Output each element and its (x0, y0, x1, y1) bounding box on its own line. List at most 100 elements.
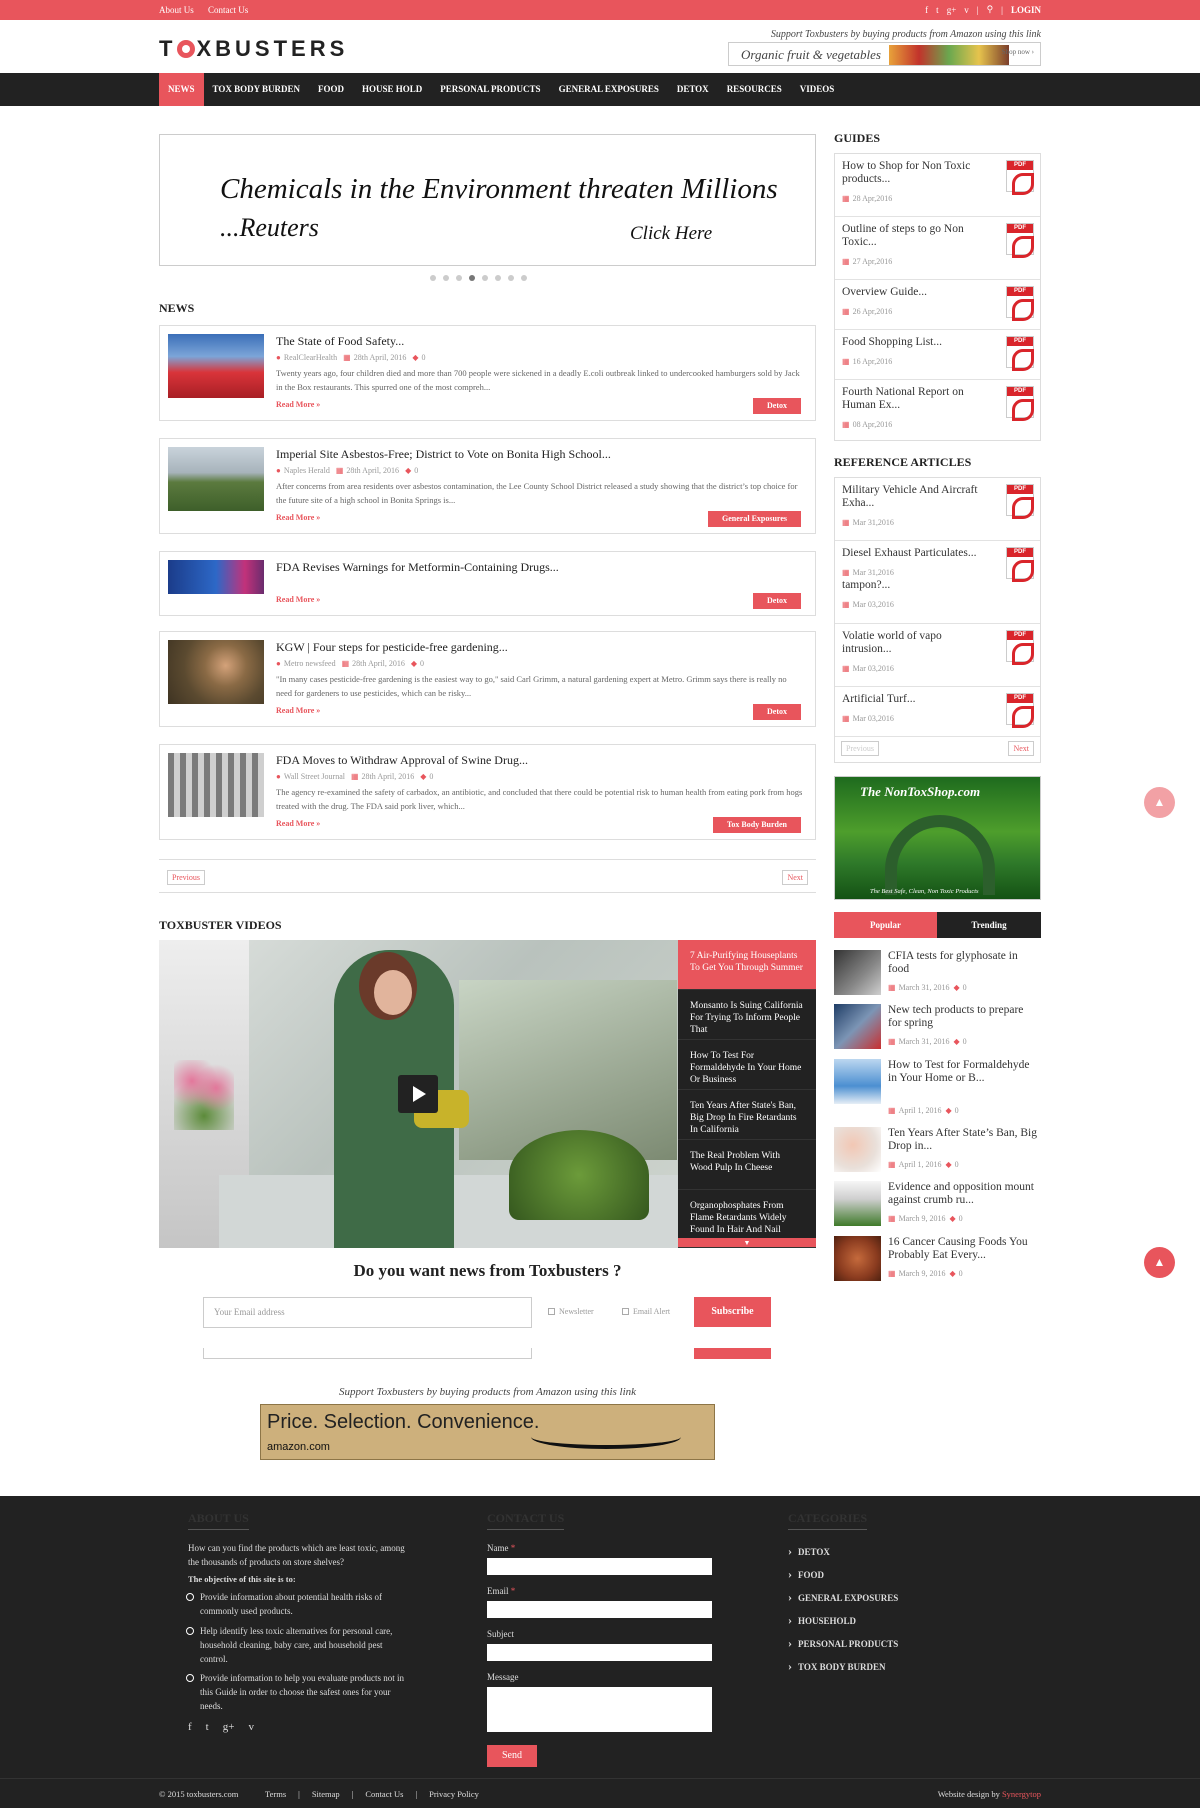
nav-detox[interactable]: Detox (668, 73, 718, 106)
playlist-item[interactable]: Monsanto Is Suing California For Trying … (678, 990, 816, 1040)
back-to-top-icon[interactable]: ▲ (1144, 1247, 1175, 1278)
playlist-item[interactable]: 7 Air-Purifying Houseplants To Get You T… (678, 940, 816, 990)
top-about-link[interactable]: About Us (159, 5, 194, 15)
message-field[interactable] (487, 1687, 712, 1732)
nav-videos[interactable]: Videos (791, 73, 844, 106)
guide-item[interactable]: Food Shopping List... ▦ 16 Apr,2016 (835, 330, 1040, 380)
designer-link[interactable]: Synergytop (1002, 1789, 1041, 1799)
slider-dot[interactable] (456, 275, 462, 281)
popular-item[interactable]: 16 Cancer Causing Foods You Probably Eat… (834, 1236, 1041, 1286)
vimeo-icon[interactable]: v (964, 5, 969, 15)
contact-link[interactable]: Contact Us (365, 1789, 403, 1799)
footer-category-link[interactable]: FOOD (788, 1567, 824, 1582)
twitter-icon[interactable]: t (936, 5, 939, 15)
news-title[interactable]: FDA Moves to Withdraw Approval of Swine … (276, 753, 528, 768)
guide-item[interactable]: Fourth National Report on Human Ex... ▦ 08… (835, 380, 1040, 440)
reference-item[interactable]: Volatie world of vapo intrusion... ▦ Mar 0… (835, 624, 1040, 687)
name-field[interactable] (487, 1558, 712, 1575)
category-tag[interactable]: Detox (753, 593, 801, 609)
slider-dot[interactable] (430, 275, 436, 281)
email-alert-checkbox[interactable]: Email Alert (622, 1307, 670, 1316)
googleplus-icon[interactable]: g+ (223, 1721, 235, 1733)
slider-dot[interactable] (495, 275, 501, 281)
popular-item[interactable]: Evidence and opposition mount against cr… (834, 1181, 1041, 1231)
scroll-up-icon[interactable]: ▲ (1144, 787, 1175, 818)
category-tag[interactable]: Detox (753, 704, 801, 720)
guide-item[interactable]: Overview Guide... ▦ 26 Apr,2016 (835, 280, 1040, 330)
nontoxshop-banner[interactable]: The NonToxShop.com The Best Safe, Clean,… (834, 776, 1041, 900)
nav-personal-products[interactable]: Personal Products (431, 73, 549, 106)
amazon-top-button[interactable]: Shop now › (1002, 48, 1034, 56)
read-more-link[interactable]: Read More » (276, 595, 320, 604)
slider-dot[interactable] (521, 275, 527, 281)
newsletter-checkbox[interactable]: Newsletter (548, 1307, 594, 1316)
guide-item[interactable]: Outline of steps to go Non Toxic... ▦ 27 A… (835, 217, 1040, 280)
footer-category-link[interactable]: PERSONAL PRODUCTS (788, 1636, 898, 1651)
slider-dot[interactable] (443, 275, 449, 281)
play-icon[interactable] (398, 1075, 438, 1113)
news-title[interactable]: KGW | Four steps for pesticide-free gard… (276, 640, 508, 655)
search-icon[interactable]: ⚲ (987, 4, 994, 15)
news-thumbnail[interactable] (168, 753, 264, 817)
reference-next-button[interactable]: Next (1008, 741, 1034, 756)
read-more-link[interactable]: Read More » (276, 513, 320, 522)
category-tag[interactable]: Tox Body Burden (712, 817, 801, 833)
nav-resources[interactable]: Resources (718, 73, 791, 106)
news-title[interactable]: FDA Revises Warnings for Metformin-Conta… (276, 560, 559, 575)
slider-dot[interactable] (482, 275, 488, 281)
popular-item[interactable]: Ten Years After State’s Ban, Big Drop in… (834, 1127, 1041, 1177)
chevron-down-icon[interactable]: ▼ (678, 1238, 816, 1248)
googleplus-icon[interactable]: g+ (947, 5, 957, 15)
playlist-item[interactable]: Ten Years After State's Ban, Big Drop In… (678, 1090, 816, 1140)
news-next-button[interactable]: Next (782, 870, 808, 885)
sitemap-link[interactable]: Sitemap (312, 1789, 340, 1799)
nav-general-exposures[interactable]: General Exposures (550, 73, 668, 106)
popular-item[interactable]: How to Test for Formaldehyde in Your Hom… (834, 1059, 1041, 1115)
popular-item[interactable]: New tech products to prepare for spring … (834, 1004, 1041, 1054)
terms-link[interactable]: Terms (265, 1789, 286, 1799)
footer-category-link[interactable]: HOUSEHOLD (788, 1613, 856, 1628)
send-button[interactable]: Send (487, 1745, 537, 1767)
news-thumbnail[interactable] (168, 334, 264, 398)
login-link[interactable]: LOGIN (1011, 5, 1041, 15)
news-thumbnail[interactable] (168, 640, 264, 704)
playlist-item[interactable]: The Real Problem With Wood Pulp In Chees… (678, 1140, 816, 1190)
slider-dot-active[interactable] (469, 275, 475, 281)
twitter-icon[interactable]: t (206, 1721, 209, 1733)
news-prev-button[interactable]: Previous (167, 870, 205, 885)
facebook-icon[interactable]: f (925, 5, 928, 15)
read-more-link[interactable]: Read More » (276, 400, 320, 409)
slide-cta[interactable]: Click Here (630, 223, 712, 245)
email-field[interactable] (487, 1601, 712, 1618)
footer-category-link[interactable]: DETOX (788, 1544, 830, 1559)
news-title[interactable]: The State of Food Safety... (276, 334, 404, 349)
category-tag[interactable]: General Exposures (708, 511, 801, 527)
read-more-link[interactable]: Read More » (276, 706, 320, 715)
playlist-item[interactable]: How To Test For Formaldehyde In Your Hom… (678, 1040, 816, 1090)
footer-category-link[interactable]: GENERAL EXPOSURES (788, 1590, 898, 1605)
privacy-link[interactable]: Privacy Policy (429, 1789, 479, 1799)
category-tag[interactable]: Detox (753, 398, 801, 414)
site-logo[interactable]: T XBUSTERS (159, 36, 348, 62)
reference-item[interactable]: Military Vehicle And Aircraft Exha... ▦ Ma… (835, 478, 1040, 541)
footer-category-link[interactable]: TOX BODY BURDEN (788, 1659, 886, 1674)
reference-item[interactable]: Artificial Turf... ▦ Mar 03,2016 (835, 687, 1040, 737)
email-input[interactable]: Your Email address (203, 1297, 532, 1328)
nav-news[interactable]: News (159, 73, 204, 106)
slider-dot[interactable] (508, 275, 514, 281)
reference-item[interactable]: Diesel Exhaust Particulates... ▦ Mar 31,20… (835, 541, 1040, 624)
amazon-banner[interactable]: Price. Selection. Convenience. amazon.co… (260, 1404, 715, 1460)
top-contact-link[interactable]: Contact Us (208, 5, 248, 15)
reference-prev-button[interactable]: Previous (841, 741, 879, 756)
playlist-item[interactable]: Organophosphates From Flame Retardants W… (678, 1190, 816, 1240)
facebook-icon[interactable]: f (188, 1721, 192, 1733)
hero-slider[interactable]: Chemicals in the Environment threaten Mi… (159, 134, 816, 266)
read-more-link[interactable]: Read More » (276, 819, 320, 828)
news-thumbnail[interactable] (168, 560, 264, 594)
news-title[interactable]: Imperial Site Asbestos-Free; District to… (276, 447, 611, 462)
news-thumbnail[interactable] (168, 447, 264, 511)
amazon-top-banner[interactable]: Organic fruit & vegetables Shop now › (728, 42, 1041, 66)
subject-field[interactable] (487, 1644, 712, 1661)
vimeo-icon[interactable]: v (248, 1721, 254, 1733)
nav-tox-body-burden[interactable]: Tox Body Burden (204, 73, 310, 106)
